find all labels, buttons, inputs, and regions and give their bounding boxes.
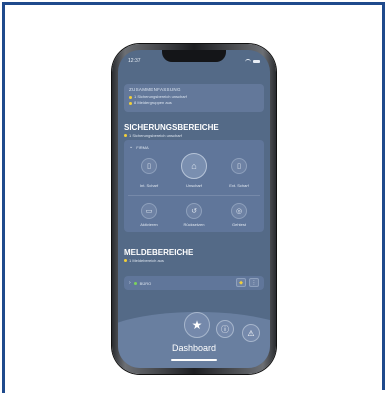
warning-dot-icon	[129, 95, 132, 99]
reset-icon: ↺	[191, 208, 197, 215]
shield-toggle-button[interactable]: ◆	[236, 278, 246, 287]
security-section-title: SICHERUNGSBEREICHE	[124, 123, 219, 132]
unscharf-label: Unscharf	[185, 183, 202, 188]
security-section-subtitle: 1 Sicherungsbereich unscharf	[129, 133, 182, 138]
aktivieren-label: Aktivieren	[140, 222, 158, 227]
int-scharf-label: Int. Scharf	[139, 183, 159, 188]
reporting-item-card[interactable]: › BÜRO ◆ ⋮	[124, 276, 264, 290]
nav-active-label: Dashboard	[171, 343, 217, 353]
more-vertical-icon: ⋮	[251, 279, 257, 286]
alarm-nav-button[interactable]: ⚠	[242, 324, 260, 342]
folder-icon: ▭	[145, 208, 153, 215]
ext-scharf-button[interactable]: ▯	[231, 158, 247, 174]
summary-line: 8 Meldergruppen aus	[134, 100, 172, 105]
status-time: 12:37	[128, 58, 141, 64]
battery-icon	[253, 59, 260, 63]
info-nav-button[interactable]: ⓘ	[216, 320, 234, 338]
phone-screen: 12:37 ZUSAMMENFASSUNG 1 Sicherungsbereic…	[118, 50, 270, 368]
int-scharf-button[interactable]: ▯	[141, 158, 157, 174]
walk-test-icon: ◎	[235, 208, 243, 215]
home-indicator[interactable]	[171, 359, 217, 361]
warning-dot-icon	[124, 134, 127, 137]
summary-card[interactable]: ZUSAMMENFASSUNG 1 Sicherungsbereich unsc…	[124, 84, 264, 112]
info-icon: ⓘ	[221, 324, 229, 334]
star-icon: ★	[191, 318, 203, 332]
reporting-section-subtitle: 1 Meldebereich aus	[129, 258, 164, 263]
reporting-item-name: BÜRO	[139, 280, 152, 286]
summary-title: ZUSAMMENFASSUNG	[129, 87, 181, 92]
more-options-button[interactable]: ⋮	[249, 278, 259, 287]
security-area-card: ⌄ FIRMA ▯ ⌂ ▯ Int. Scharf Unscharf Ext. …	[124, 140, 264, 232]
shield-icon: ▯	[147, 163, 151, 170]
phone-notch	[162, 50, 226, 62]
frame-edge	[2, 385, 5, 393]
area-name: FIRMA	[136, 144, 149, 150]
warning-dot-icon	[124, 259, 127, 262]
ruecksetzen-button[interactable]: ↺	[186, 203, 202, 219]
divider	[128, 195, 260, 196]
phone-device: 12:37 ZUSAMMENFASSUNG 1 Sicherungsbereic…	[112, 44, 276, 374]
gehtest-label: Gehtest	[231, 222, 246, 227]
ruecksetzen-label: Rücksetzen	[183, 222, 205, 227]
warning-dot-icon	[129, 101, 132, 105]
shield-icon: ◆	[239, 279, 243, 286]
chevron-down-icon: ⌄	[129, 144, 134, 150]
gehtest-button[interactable]: ◎	[231, 203, 247, 219]
area-header[interactable]: ⌄ FIRMA	[129, 144, 149, 150]
dashboard-nav-button[interactable]: ★	[184, 312, 210, 338]
ext-scharf-label: Ext. Scharf	[229, 183, 249, 188]
warning-icon: ⚠	[247, 328, 255, 338]
chevron-right-icon: ›	[129, 280, 131, 286]
shield-icon: ▯	[237, 163, 241, 170]
house-icon: ⌂	[191, 161, 197, 171]
reporting-section-title: MELDEBEREICHE	[124, 248, 194, 257]
wifi-icon	[245, 58, 251, 64]
status-dot-icon	[133, 281, 137, 285]
unscharf-button[interactable]: ⌂	[181, 153, 207, 179]
aktivieren-button[interactable]: ▭	[141, 203, 157, 219]
